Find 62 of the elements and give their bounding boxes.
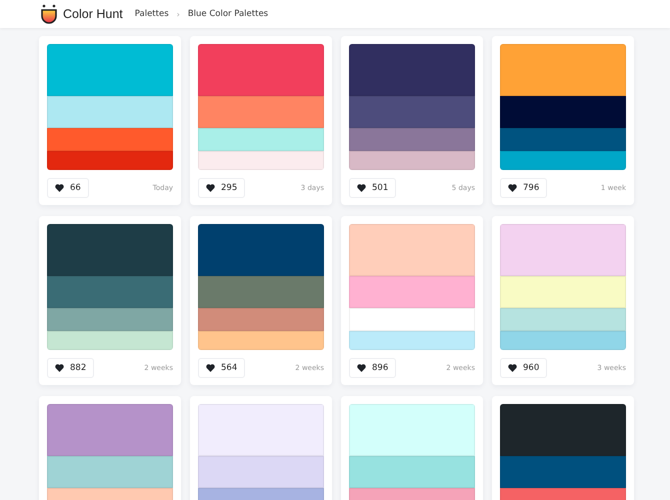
color-swatch[interactable] xyxy=(47,224,173,276)
color-swatch[interactable] xyxy=(500,96,626,128)
color-swatch[interactable] xyxy=(47,128,173,151)
color-swatch[interactable] xyxy=(47,308,173,331)
like-button[interactable]: 564 xyxy=(198,358,246,378)
color-swatch[interactable] xyxy=(47,331,173,350)
color-swatch[interactable] xyxy=(500,151,626,170)
color-swatch[interactable] xyxy=(349,128,475,151)
color-swatch[interactable] xyxy=(500,331,626,350)
color-swatch[interactable] xyxy=(500,404,626,456)
heart-icon xyxy=(55,184,64,192)
heart-icon xyxy=(508,184,517,192)
color-swatch[interactable] xyxy=(500,224,626,276)
heart-icon xyxy=(508,364,517,372)
like-button[interactable]: 66 xyxy=(47,178,89,198)
heart-icon xyxy=(357,364,366,372)
cup-logo-icon[interactable] xyxy=(40,4,58,24)
heart-icon xyxy=(206,184,215,192)
heart-icon xyxy=(206,364,215,372)
heart-icon xyxy=(55,364,64,372)
breadcrumb-link[interactable]: Blue Color Palettes xyxy=(188,9,268,19)
color-swatch[interactable] xyxy=(198,276,324,308)
color-swatch[interactable] xyxy=(500,308,626,331)
color-swatch[interactable] xyxy=(500,456,626,488)
color-swatch[interactable] xyxy=(500,128,626,151)
color-swatch[interactable] xyxy=(349,96,475,128)
color-swatch[interactable] xyxy=(349,308,475,331)
like-button[interactable]: 796 xyxy=(500,178,548,198)
color-swatch[interactable] xyxy=(198,331,324,350)
like-button[interactable]: 295 xyxy=(198,178,246,198)
color-swatch[interactable] xyxy=(47,276,173,308)
heart-icon xyxy=(357,184,366,192)
color-swatch[interactable] xyxy=(349,276,475,308)
color-swatch[interactable] xyxy=(198,404,324,456)
color-swatch[interactable] xyxy=(198,224,324,276)
color-swatch[interactable] xyxy=(198,44,324,96)
color-swatch[interactable] xyxy=(349,151,475,170)
breadcrumb-link[interactable]: Palettes xyxy=(134,9,169,19)
like-button[interactable]: 501 xyxy=(349,178,396,198)
color-swatch[interactable] xyxy=(349,456,475,488)
color-swatch[interactable] xyxy=(198,96,324,128)
color-swatch[interactable] xyxy=(198,151,324,170)
like-button[interactable]: 960 xyxy=(500,358,548,378)
color-swatch[interactable] xyxy=(47,44,173,96)
color-swatch[interactable] xyxy=(47,151,173,170)
color-swatch[interactable] xyxy=(198,128,324,151)
color-swatch[interactable] xyxy=(47,96,173,128)
palette-card[interactable] xyxy=(492,396,634,500)
color-swatch[interactable] xyxy=(500,44,626,96)
color-swatch[interactable] xyxy=(349,331,475,350)
color-swatch[interactable] xyxy=(349,44,475,96)
color-swatch[interactable] xyxy=(198,308,324,331)
color-swatch[interactable] xyxy=(349,224,475,276)
color-swatch[interactable] xyxy=(349,404,475,456)
like-button[interactable]: 882 xyxy=(47,358,94,378)
like-button[interactable]: 896 xyxy=(349,358,396,378)
color-swatch[interactable] xyxy=(47,404,173,456)
color-swatch[interactable] xyxy=(47,456,173,488)
color-swatch[interactable] xyxy=(198,456,324,488)
color-swatch[interactable] xyxy=(500,276,626,308)
brand-name[interactable]: Color Hunt xyxy=(63,7,123,21)
breadcrumb-separator: › xyxy=(176,10,180,18)
